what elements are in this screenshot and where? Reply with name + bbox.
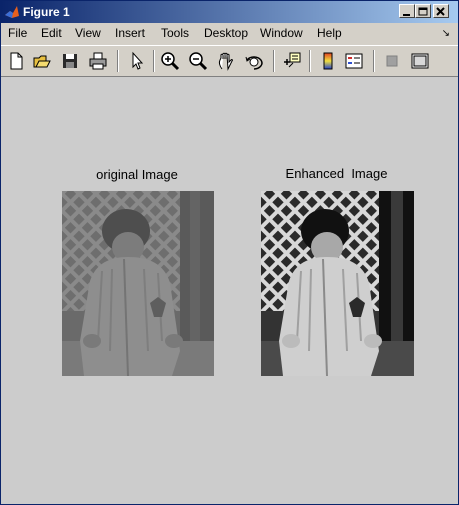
toolbar-separator: [117, 50, 119, 72]
menu-window[interactable]: Window: [260, 26, 303, 40]
menu-bar: File Edit View Insert Tools Desktop Wind…: [1, 23, 458, 43]
pan-icon[interactable]: [215, 50, 237, 72]
figure-window: Figure 1 File Edit View Insert Tools Des…: [0, 0, 459, 505]
toolbar-separator: [309, 50, 311, 72]
close-icon: [436, 7, 445, 16]
matlab-logo-icon: [5, 6, 19, 18]
toolbar-separator: [273, 50, 275, 72]
show-plot-tools-icon[interactable]: [409, 50, 431, 72]
data-cursor-icon[interactable]: [281, 50, 303, 72]
toolbar-separator: [373, 50, 375, 72]
zoom-in-icon[interactable]: [159, 50, 181, 72]
figure-toolbar: [1, 45, 458, 77]
colorbar-icon[interactable]: [317, 50, 339, 72]
menu-desktop[interactable]: Desktop: [204, 26, 248, 40]
close-button[interactable]: [433, 4, 449, 18]
menu-help[interactable]: Help: [317, 26, 342, 40]
enhanced-image: [261, 191, 414, 376]
menu-file[interactable]: File: [8, 26, 27, 40]
right-image-title: Enhanced Image: [285, 166, 388, 181]
pointer-icon[interactable]: [125, 50, 147, 72]
legend-icon[interactable]: [343, 50, 365, 72]
dock-arrow-icon[interactable]: ↘: [442, 28, 450, 39]
minimize-icon: [403, 14, 410, 16]
maximize-icon: [418, 7, 428, 16]
title-bar[interactable]: Figure 1: [1, 1, 458, 23]
hide-plot-tools-icon[interactable]: [381, 50, 403, 72]
open-file-icon[interactable]: [31, 50, 53, 72]
toolbar-separator: [153, 50, 155, 72]
print-icon[interactable]: [87, 50, 109, 72]
menu-tools[interactable]: Tools: [161, 26, 189, 40]
window-title: Figure 1: [23, 5, 70, 19]
new-figure-icon[interactable]: [5, 50, 27, 72]
zoom-out-icon[interactable]: [187, 50, 209, 72]
left-image-title: original Image: [96, 167, 178, 182]
menu-insert[interactable]: Insert: [115, 26, 145, 40]
menu-view[interactable]: View: [75, 26, 101, 40]
figure-canvas: original Image Enhanced Image: [1, 77, 458, 504]
maximize-button[interactable]: [415, 4, 431, 18]
rotate-3d-icon[interactable]: [243, 50, 265, 72]
menu-edit[interactable]: Edit: [41, 26, 62, 40]
minimize-button[interactable]: [399, 4, 415, 18]
original-image: [62, 191, 214, 376]
save-icon[interactable]: [59, 50, 81, 72]
